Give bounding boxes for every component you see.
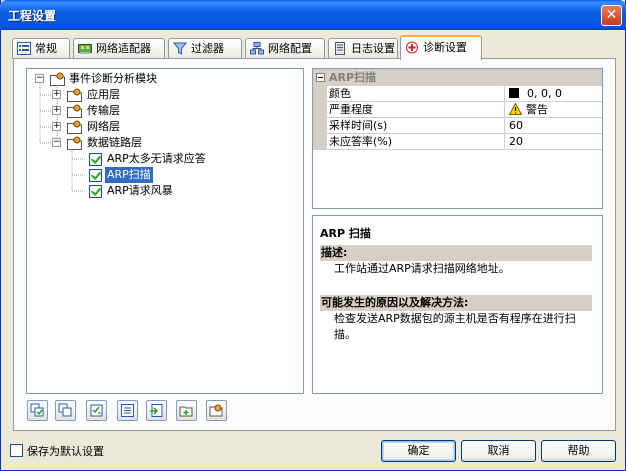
folder-settings-icon [209, 404, 223, 417]
tab-log-settings[interactable]: 日志设置 [328, 38, 398, 59]
diagnostic-icon [406, 41, 418, 54]
description-heading: 描述: [320, 245, 592, 261]
tree-root[interactable]: 事件诊断分析模块 [69, 71, 157, 87]
tab-label: 常规 [35, 42, 57, 55]
property-name: 采样时间(s) [329, 118, 505, 134]
tab-label: 网络配置 [268, 42, 312, 55]
window-title: 工程设置 [8, 9, 57, 23]
warning-icon [508, 102, 523, 115]
collapse-toggle[interactable]: − [52, 138, 61, 147]
property-row-no-reply-rate[interactable]: 未应答率(%) 20 [327, 134, 602, 150]
folder-settings-button[interactable] [206, 400, 227, 421]
checkbox-arp-no-reply[interactable] [89, 153, 102, 166]
uncheck-all-icon [58, 403, 72, 417]
funnel-icon [173, 42, 187, 55]
property-grid[interactable]: ARP扫描 颜色 0, 0, 0 严重程度 警告 采样时间(s) 60 未应答率… [312, 68, 603, 209]
list-view-button[interactable] [117, 400, 138, 421]
save-default-checkbox[interactable] [10, 444, 23, 457]
property-value[interactable]: 0, 0, 0 [509, 86, 562, 101]
export-button[interactable] [146, 400, 167, 421]
log-icon [335, 42, 345, 55]
save-default-label[interactable]: 保存为默认设置 [27, 443, 104, 459]
list-icon [17, 42, 31, 55]
checkbox-arp-storm[interactable] [89, 185, 102, 198]
list-icon [121, 404, 134, 417]
tab-label: 过滤器 [191, 42, 224, 55]
color-swatch [509, 88, 519, 98]
tab-label: 网络适配器 [96, 42, 151, 55]
tree-item-arp-no-reply[interactable]: ARP太多无请求应答 [107, 151, 206, 167]
cause-text: 检查发送ARP数据包的源主机是否有程序在进行扫描。 [334, 312, 576, 341]
property-gutter [313, 86, 327, 150]
uncheck-all-button[interactable] [55, 400, 76, 421]
property-name: 未应答率(%) [329, 134, 505, 150]
expand-toggle[interactable]: + [52, 106, 61, 115]
tree-node-transport-layer[interactable]: 传输层 [87, 103, 120, 119]
network-config-icon [250, 42, 264, 55]
close-button[interactable]: ✕ [601, 5, 622, 26]
check-all-icon [30, 403, 44, 417]
property-row-sample-time[interactable]: 采样时间(s) 60 [327, 118, 602, 134]
property-value[interactable]: 警告 [508, 102, 548, 117]
folder-settings-icon [67, 120, 82, 134]
tree-node-network-layer[interactable]: 网络层 [87, 119, 120, 135]
tab-label: 日志设置 [351, 42, 395, 55]
description-panel: ARP 扫描 描述: 工作站通过ARP请求扫描网络地址。 可能发生的原因以及解决… [312, 215, 603, 394]
export-icon [150, 404, 163, 417]
property-name: 严重程度 [329, 102, 505, 118]
close-icon: ✕ [605, 7, 618, 23]
folder-settings-icon [67, 136, 82, 150]
expand-toggle[interactable]: + [52, 122, 61, 131]
color-value: 0, 0, 0 [527, 87, 562, 100]
title-bar[interactable]: 工程设置 ✕ [0, 0, 626, 30]
invert-selection-icon [90, 404, 103, 417]
check-all-button[interactable] [27, 400, 48, 421]
folder-settings-icon [50, 72, 65, 86]
cause-heading: 可能发生的原因以及解决方法: [320, 295, 592, 311]
tree-node-datalink-layer[interactable]: 数据链路层 [87, 135, 142, 151]
diagnostic-tree[interactable]: − 事件诊断分析模块 + 应用层 + 传输层 + 网络层 − 数据链路层 ARP… [26, 68, 304, 394]
property-row-color[interactable]: 颜色 0, 0, 0 [327, 86, 602, 102]
property-value[interactable]: 20 [509, 134, 523, 149]
tab-general[interactable]: 常规 [12, 38, 70, 59]
tree-item-arp-storm[interactable]: ARP请求风暴 [107, 183, 173, 199]
network-card-icon [78, 44, 92, 54]
tab-diagnostic-settings[interactable]: 诊断设置 [400, 35, 482, 60]
tab-network-config[interactable]: 网络配置 [245, 38, 325, 59]
tree-item-arp-scan[interactable]: ARP扫描 [105, 167, 153, 183]
property-value[interactable]: 60 [509, 118, 523, 133]
folder-settings-icon [67, 104, 82, 118]
invert-selection-button[interactable] [86, 400, 107, 421]
collapse-toggle[interactable]: − [35, 74, 44, 83]
description-text: 工作站通过ARP请求扫描网络地址。 [334, 262, 510, 275]
tab-label: 诊断设置 [423, 41, 467, 54]
tab-filter[interactable]: 过滤器 [168, 38, 242, 59]
tab-network-adapter[interactable]: 网络适配器 [73, 38, 165, 59]
collapse-icon[interactable] [316, 73, 325, 82]
property-name: 颜色 [329, 86, 505, 102]
cancel-button[interactable]: 取消 [461, 440, 536, 462]
tree-node-application-layer[interactable]: 应用层 [87, 87, 120, 103]
description-title: ARP 扫描 [320, 227, 371, 240]
property-category: ARP扫描 [313, 69, 602, 86]
property-row-severity[interactable]: 严重程度 警告 [327, 102, 602, 118]
expand-toggle[interactable]: + [52, 90, 61, 99]
folder-settings-icon [67, 88, 82, 102]
help-button[interactable]: 帮助 [541, 440, 616, 462]
add-folder-icon [179, 406, 193, 417]
add-folder-button[interactable] [176, 400, 197, 421]
severity-value: 警告 [526, 103, 548, 116]
checkbox-arp-scan[interactable] [89, 169, 102, 182]
dialog-window: 工程设置 ✕ 常规 网络适配器 过滤器 网络配置 日志设置 诊断设置 − 事件诊… [0, 0, 626, 471]
ok-button[interactable]: 确定 [381, 440, 456, 462]
